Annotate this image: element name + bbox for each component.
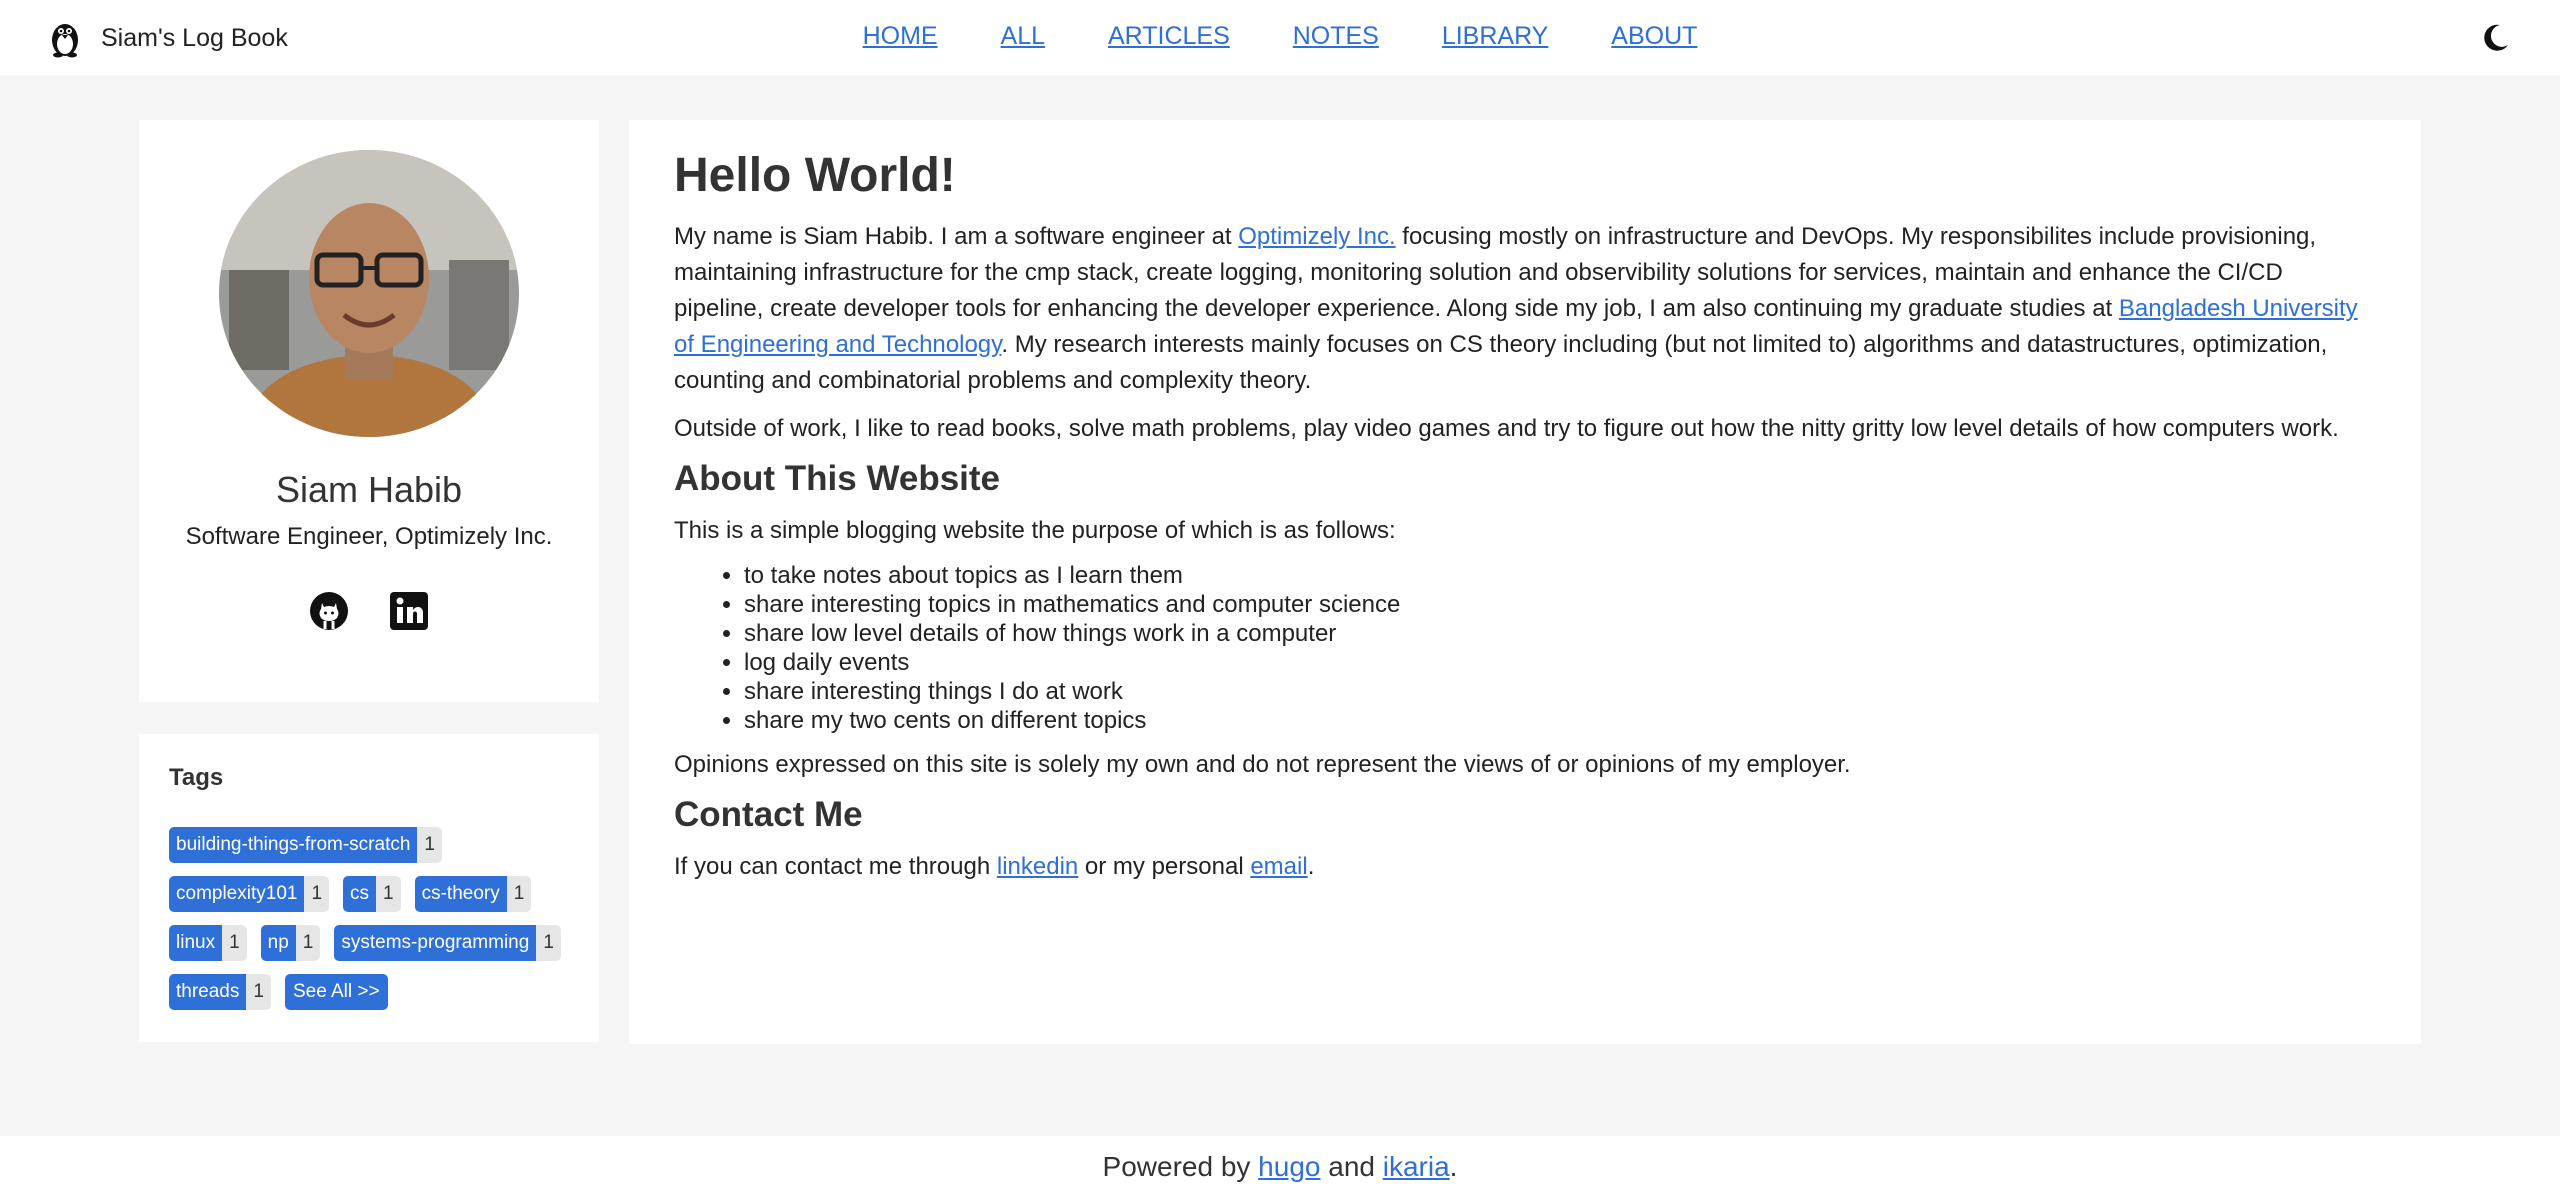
tag-row: linux 1 np 1 systems-programming 1 [169,925,561,961]
contact-paragraph: If you can contact me through linkedin o… [674,849,2376,885]
tag-label: cs [343,876,377,912]
email-link[interactable]: email [1250,853,1307,880]
tag-label: systems-programming [334,925,537,961]
tag-count: 1 [295,925,321,961]
list-item: to take notes about topics as I learn th… [744,561,2376,590]
contact-text: If you can contact me through [674,853,997,880]
hugo-link[interactable]: hugo [1258,1151,1320,1182]
tag-complexity101[interactable]: complexity101 1 [169,876,330,912]
contact-text: . [1307,853,1315,880]
purpose-list: to take notes about topics as I learn th… [674,561,2376,735]
tag-systems-programming[interactable]: systems-programming 1 [334,925,561,961]
tag-label: np [260,925,296,961]
tag-label: building-things-from-scratch [169,827,418,863]
tag-building-things-from-scratch[interactable]: building-things-from-scratch 1 [169,827,442,863]
list-item: share my two cents on different topics [744,706,2376,735]
tag-count: 1 [376,876,401,912]
profile-card: Siam Habib Software Engineer, Optimizely… [139,120,599,702]
tag-np[interactable]: np 1 [260,925,321,961]
tag-linux[interactable]: linux 1 [169,925,247,961]
optimizely-link[interactable]: Optimizely Inc. [1238,223,1395,250]
footer-text: Powered by [1102,1151,1259,1182]
page-title: Hello World! [674,149,956,202]
tag-threads[interactable]: threads 1 [169,974,271,1010]
tag-cs[interactable]: cs 1 [343,876,401,912]
intro-text: My name is Siam Habib. I am a software e… [674,223,1239,250]
profile-role: Software Engineer, Optimizely Inc. [185,523,553,550]
tag-cs-theory[interactable]: cs-theory 1 [414,876,532,912]
nav-home[interactable]: HOME [863,22,938,50]
list-item: log daily events [744,648,2376,677]
contact-text: or my personal [1078,853,1251,880]
list-item: share interesting topics in mathematics … [744,590,2376,619]
top-navbar: Siam's Log Book HOME ALL ARTICLES NOTES … [0,0,2560,75]
linkedin-link[interactable]: linkedin [997,853,1078,880]
tag-row: complexity101 1 cs 1 cs-theory 1 [169,876,532,912]
github-icon[interactable] [309,591,349,631]
tag-label: cs-theory [414,876,507,912]
avatar [219,150,519,437]
social-links [139,591,599,631]
profile-photo [219,150,519,437]
main-nav: HOME ALL ARTICLES NOTES LIBRARY ABOUT [0,22,2560,51]
list-item: share low level details of how things wo… [744,619,2376,648]
profile-name: Siam Habib [275,469,463,510]
footer-text: and [1320,1151,1383,1182]
tag-label: threads [169,974,247,1010]
nav-library[interactable]: LIBRARY [1442,22,1549,50]
tag-count: 1 [304,876,330,912]
tag-label: linux [169,925,223,961]
tag-row: threads 1 See All >> [169,974,388,1010]
main-content: Hello World! My name is Siam Habib. I am… [629,120,2421,1044]
about-heading: About This Website [674,459,1001,498]
footer: Powered by hugo and ikaria. [0,1136,2560,1198]
ikaria-link[interactable]: ikaria [1383,1151,1450,1182]
tag-count: 1 [222,925,247,961]
tag-label: complexity101 [169,876,305,912]
nav-all[interactable]: ALL [1001,22,1045,50]
see-all-tags-button[interactable]: See All >> [284,974,388,1010]
intro-paragraph: My name is Siam Habib. I am a software e… [674,219,2376,399]
tag-row: building-things-from-scratch 1 [169,827,442,863]
moon-icon[interactable] [2478,21,2512,55]
tag-count: 1 [417,827,442,863]
about-intro: This is a simple blogging website the pu… [674,517,1396,544]
tags-title: Tags [169,764,224,791]
tag-count: 1 [506,876,532,912]
nav-notes[interactable]: NOTES [1293,22,1379,50]
contact-heading: Contact Me [674,795,863,834]
tag-count: 1 [246,974,271,1010]
opinions-disclaimer: Opinions expressed on this site is solel… [674,751,1851,778]
footer-text: . [1449,1151,1458,1182]
nav-articles[interactable]: ARTICLES [1108,22,1230,50]
tag-count: 1 [536,925,561,961]
linkedin-icon[interactable] [389,591,429,631]
nav-about[interactable]: ABOUT [1611,22,1697,50]
list-item: share interesting things I do at work [744,677,2376,706]
hobbies-paragraph: Outside of work, I like to read books, s… [674,415,2339,442]
tags-card: Tags building-things-from-scratch 1 comp… [139,734,599,1042]
